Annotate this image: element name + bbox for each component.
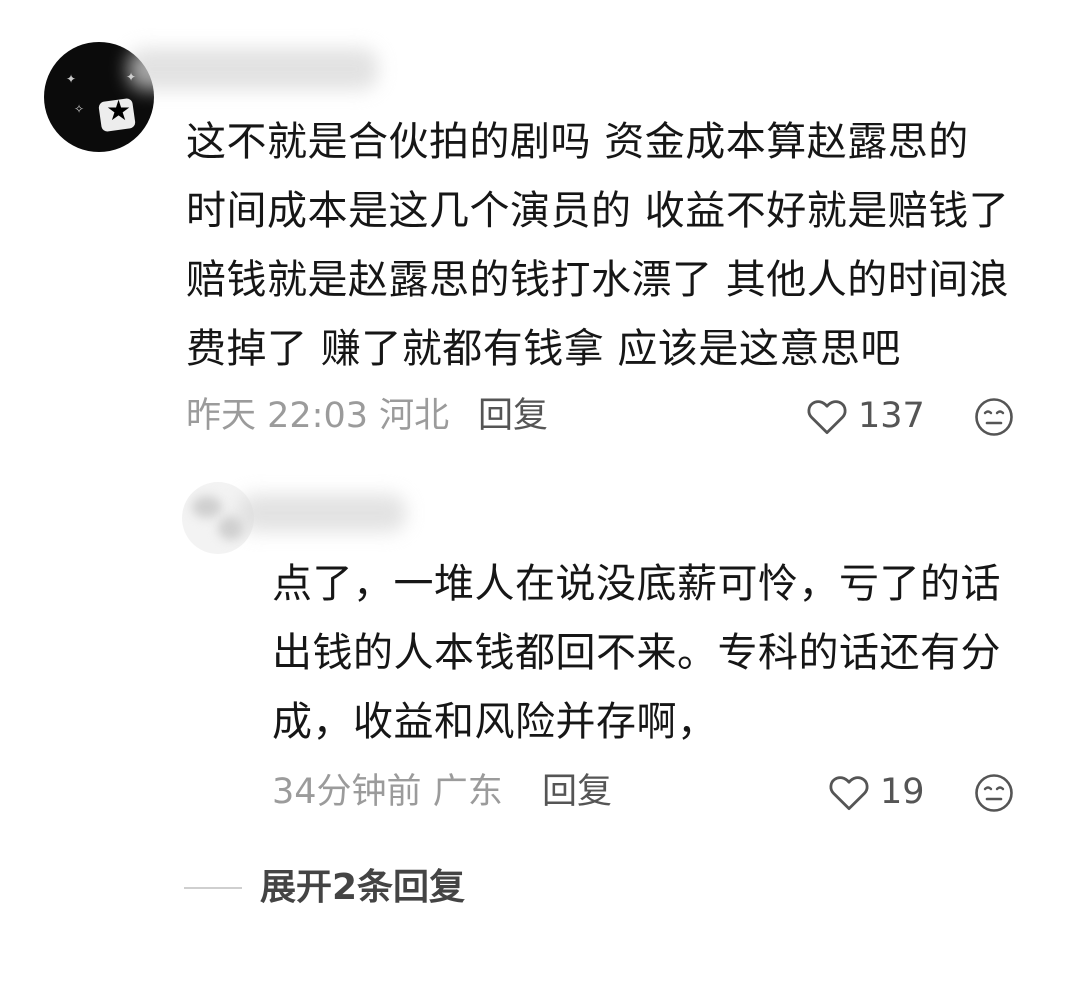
heart-icon — [829, 776, 869, 811]
reply-line: 出钱的人本钱都回不来。专科的话还有分 — [272, 630, 1001, 676]
comment-line: 时间成本是这几个演员的 收益不好就是赔钱了 — [186, 188, 1010, 234]
avatar-blur — [192, 496, 222, 518]
like-button[interactable]: 137 — [806, 396, 925, 436]
expand-replies-button[interactable]: 展开2条回复 — [184, 868, 465, 908]
reply-location: 广东 — [432, 772, 503, 812]
reply-text: 点了，一堆人在说没底薪可怜，亏了的话 出钱的人本钱都回不来。专科的话还有分 成，… — [272, 550, 1001, 757]
comment-line: 这不就是合伙拍的剧吗 资金成本算赵露思的 — [186, 119, 969, 165]
comment-time: 昨天 22:03 — [186, 396, 368, 436]
reply-button[interactable]: 回复 — [542, 772, 612, 812]
username-blurred[interactable] — [128, 48, 378, 90]
comment-meta: 昨天 22:03 河北 — [186, 396, 449, 436]
reply-meta: 34分钟前 广东 — [272, 772, 503, 812]
reply-time: 34分钟前 — [272, 772, 422, 812]
face-emoji-icon — [975, 774, 1013, 812]
emoji-react-button[interactable] — [974, 397, 1014, 441]
reply-button[interactable]: 回复 — [478, 396, 548, 436]
comment-line: 费掉了 赚了就都有钱拿 应该是这意思吧 — [186, 326, 901, 372]
divider-line — [184, 887, 242, 889]
face-emoji-icon — [975, 398, 1013, 436]
heart-icon — [807, 400, 847, 435]
sparkle-icon: ✦ — [66, 72, 77, 86]
reply-line: 成，收益和风险并存啊， — [272, 699, 718, 745]
like-count: 19 — [880, 772, 925, 812]
like-button[interactable]: 19 — [828, 772, 925, 812]
emoji-react-button[interactable] — [974, 773, 1014, 817]
like-count: 137 — [858, 396, 925, 436]
comment-text: 这不就是合伙拍的剧吗 资金成本算赵露思的 时间成本是这几个演员的 收益不好就是赔… — [186, 108, 1009, 384]
comment-location: 河北 — [379, 396, 450, 436]
star-icon: ★ — [106, 94, 132, 127]
sparkle-icon: ✧ — [74, 102, 85, 116]
reply-username-blurred[interactable] — [238, 494, 406, 532]
reply-line: 点了，一堆人在说没底薪可怜，亏了的话 — [272, 561, 1001, 607]
expand-replies-label: 展开2条回复 — [260, 867, 466, 908]
comment-line: 赔钱就是赵露思的钱打水漂了 其他人的时间浪 — [186, 257, 1010, 303]
